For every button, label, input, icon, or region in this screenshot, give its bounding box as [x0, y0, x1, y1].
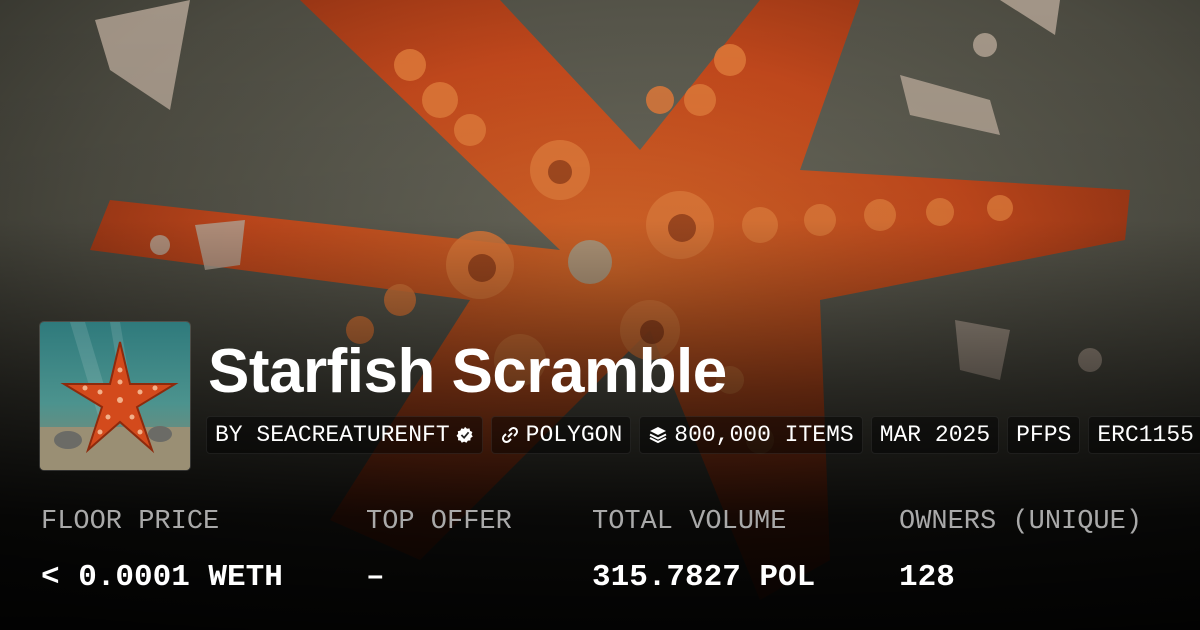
stat-label: TOTAL VOLUME	[592, 507, 787, 537]
stat-label: TOP OFFER	[366, 507, 512, 537]
items-pill[interactable]: 800,000 ITEMS	[639, 416, 863, 454]
token-standard: ERC1155	[1097, 422, 1194, 448]
stat-value: 315.7827 POL	[592, 560, 816, 595]
stat-floor-price: FLOOR PRICE < 0.0001 WETH	[41, 506, 283, 596]
collection-title: Starfish Scramble	[208, 337, 727, 406]
stat-top-offer: TOP OFFER –	[366, 506, 512, 596]
stat-value: –	[366, 560, 385, 595]
collection-meta-pills: BY SEACREATURENFT POLYGON 800,000 ITEMS …	[206, 416, 1200, 454]
chain-label: POLYGON	[525, 422, 623, 448]
stat-total-volume: TOTAL VOLUME 315.7827 POL	[592, 506, 815, 596]
stat-value: 128	[899, 560, 955, 595]
collection-avatar[interactable]	[40, 322, 190, 470]
creator-name: BY SEACREATURENFT	[215, 422, 450, 448]
chain-pill[interactable]: POLYGON	[490, 416, 632, 454]
stat-owners: OWNERS (UNIQUE) 128	[899, 506, 1142, 596]
category-label: PFPS	[1016, 422, 1072, 448]
layers-icon	[649, 427, 667, 444]
stat-label: FLOOR PRICE	[41, 507, 220, 537]
link-icon	[501, 426, 518, 444]
date-pill: MAR 2025	[870, 416, 1000, 454]
category-pill[interactable]: PFPS	[1007, 416, 1081, 454]
verified-badge-icon	[456, 426, 473, 443]
items-count: 800,000 ITEMS	[674, 422, 854, 448]
created-date: MAR 2025	[879, 422, 991, 448]
creator-pill[interactable]: BY SEACREATURENFT	[206, 416, 483, 454]
stat-label: OWNERS (UNIQUE)	[899, 507, 1143, 537]
stat-value: < 0.0001 WETH	[41, 560, 283, 595]
standard-pill: ERC1155	[1088, 416, 1200, 454]
